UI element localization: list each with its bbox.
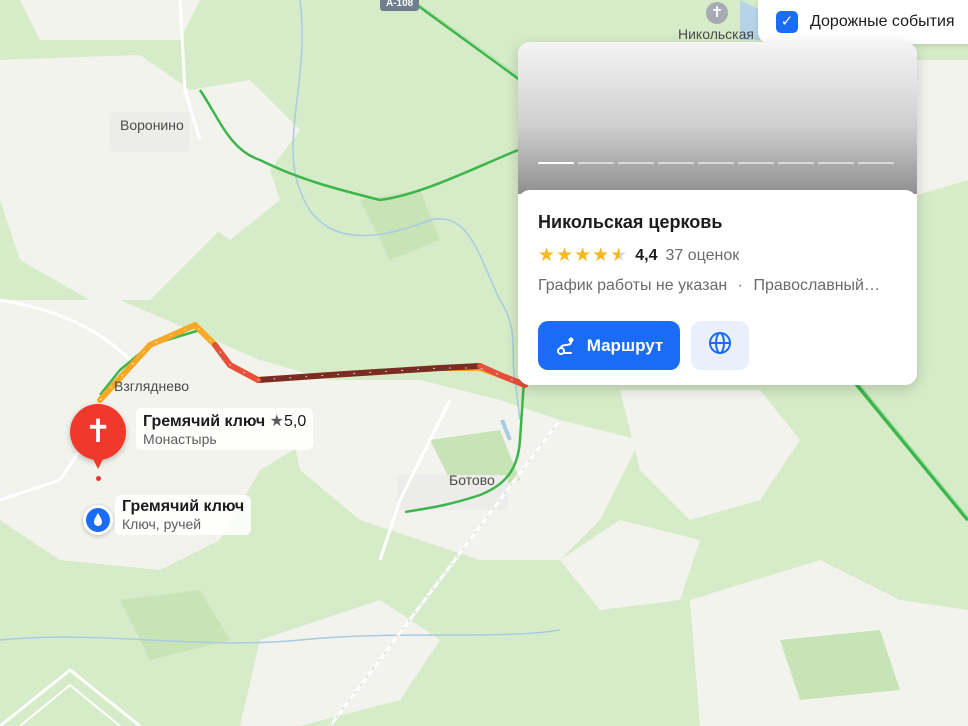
globe-icon bbox=[708, 331, 732, 360]
small-church-icon[interactable]: ✝ bbox=[706, 2, 728, 24]
place-category: Православный… bbox=[753, 277, 880, 294]
star-icon: ★ bbox=[269, 413, 285, 430]
poi-spring[interactable]: Гремячий ключ Ключ, ручей bbox=[115, 495, 252, 535]
place-label-vzglyadnevo: Взгляднево bbox=[114, 378, 190, 394]
place-info-row: График работы не указан · Православный… bbox=[538, 277, 880, 295]
poi-spring-subtitle: Ключ, ручей bbox=[122, 516, 202, 532]
photo-dot[interactable] bbox=[778, 162, 814, 164]
route-button-label: Маршрут bbox=[586, 335, 664, 355]
poi-monastery-subtitle: Монастырь bbox=[143, 431, 217, 447]
star-icon: ★ bbox=[574, 245, 592, 266]
place-title[interactable]: Никольская церковь bbox=[538, 212, 722, 233]
route-icon bbox=[555, 335, 577, 357]
road-shield: A-108 bbox=[380, 0, 420, 11]
star-icon: ★ bbox=[538, 245, 556, 266]
photo-dot[interactable] bbox=[858, 162, 894, 164]
rating-value: 4,4 bbox=[635, 246, 658, 264]
photo-dot[interactable] bbox=[698, 162, 734, 164]
place-card[interactable]: Никольская церковь ★ ★ ★ ★ ★ 4,4 37 оценок Г… bbox=[518, 42, 917, 385]
photo-dot[interactable] bbox=[818, 162, 854, 164]
traffic-events-label: Дорожные события bbox=[810, 13, 955, 30]
star-icon: ★ bbox=[556, 245, 574, 266]
photo-dot[interactable] bbox=[658, 162, 694, 164]
place-label-voronino: Воронино bbox=[120, 117, 184, 133]
poi-monastery-rating: 5,0 bbox=[284, 413, 307, 430]
star-icon: ★ bbox=[610, 245, 628, 266]
rating-stars: ★ ★ ★ ★ ★ bbox=[538, 246, 627, 265]
photo-dot[interactable] bbox=[618, 162, 654, 164]
star-icon: ★ bbox=[592, 245, 610, 266]
photo-dot[interactable] bbox=[578, 162, 614, 164]
photo-dot[interactable] bbox=[738, 162, 774, 164]
photo-pagination bbox=[538, 162, 894, 164]
water-drop-icon[interactable] bbox=[83, 505, 113, 535]
check-icon[interactable]: ✓ bbox=[776, 11, 798, 33]
pin-point bbox=[96, 476, 101, 481]
poi-monastery[interactable]: Гремячий ключ ★5,0 Монастырь bbox=[136, 408, 314, 450]
place-label-nikolskaya: Никольская bbox=[678, 26, 754, 42]
cross-pin-icon[interactable]: ✝ bbox=[70, 404, 126, 460]
pin-tail bbox=[91, 455, 105, 469]
poi-spring-title: Гремячий ключ bbox=[122, 498, 245, 515]
poi-monastery-title: Гремячий ключ bbox=[143, 413, 266, 430]
photo-dot[interactable] bbox=[538, 162, 574, 164]
route-button[interactable]: Маршрут bbox=[538, 321, 680, 370]
place-photo[interactable] bbox=[518, 42, 917, 194]
website-button[interactable] bbox=[691, 321, 749, 370]
working-hours: График работы не указан bbox=[538, 277, 728, 294]
rating-count[interactable]: 37 оценок bbox=[665, 247, 739, 265]
place-card-body: Никольская церковь ★ ★ ★ ★ ★ 4,4 37 оценок Г… bbox=[518, 190, 917, 385]
rating-row[interactable]: ★ ★ ★ ★ ★ 4,4 37 оценок bbox=[538, 246, 739, 265]
place-label-botovo: Ботово bbox=[449, 472, 495, 488]
info-separator: · bbox=[737, 277, 743, 294]
traffic-events-toggle[interactable]: ✓ Дорожные события bbox=[758, 0, 968, 44]
